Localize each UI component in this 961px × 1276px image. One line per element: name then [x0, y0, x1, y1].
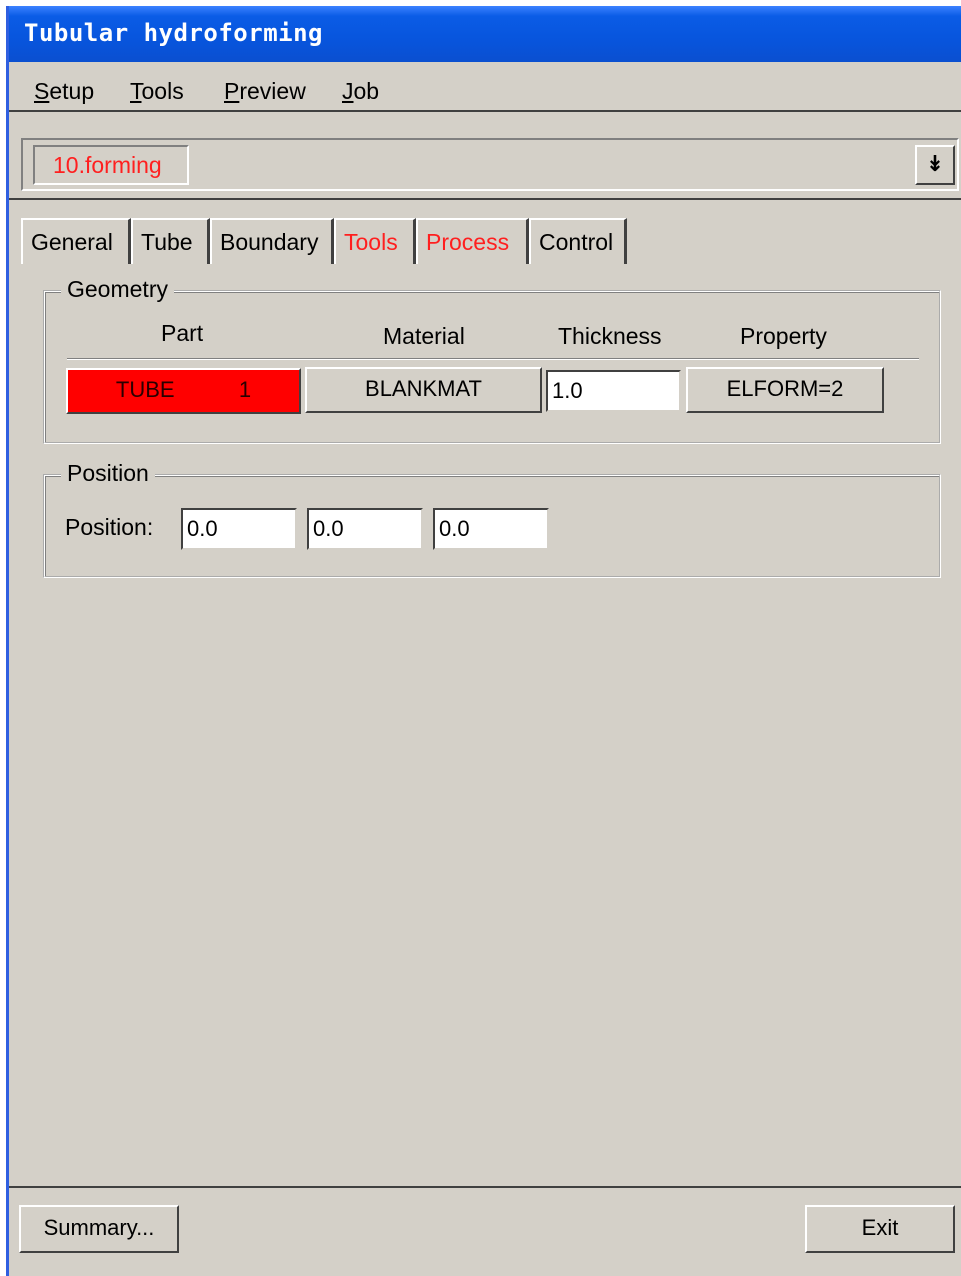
summary-button[interactable]: Summary... — [19, 1205, 179, 1253]
thickness-field[interactable]: 1.0 — [546, 370, 681, 412]
property-header: Property — [740, 323, 827, 349]
material-header: Material — [383, 323, 465, 349]
geometry-legend: Geometry — [61, 276, 174, 303]
menu-tools[interactable]: Tools — [130, 78, 184, 105]
position-legend: Position — [61, 460, 155, 487]
position-group: Position Position: 0.0 0.0 0.0 — [43, 460, 941, 578]
part-header: Part — [161, 320, 204, 346]
geometry-group: Geometry Part Material Thickness Propert… — [43, 276, 941, 444]
tab-boundary[interactable]: Boundary — [210, 218, 334, 264]
tab-general[interactable]: General — [21, 218, 131, 264]
tab-tools[interactable]: Tools — [334, 218, 416, 264]
part-name: TUBE — [115, 377, 175, 402]
stage-separator — [9, 198, 961, 200]
part-button[interactable]: TUBE 1 — [66, 368, 301, 414]
title-bar[interactable]: Tubular hydroforming — [9, 6, 961, 62]
stage-selector: 10.forming ↡ — [21, 138, 959, 191]
property-button[interactable]: ELFORM=2 — [686, 367, 884, 413]
window-title: Tubular hydroforming — [24, 19, 323, 47]
menu-setup[interactable]: Setup — [34, 78, 94, 105]
thickness-header: Thickness — [558, 323, 662, 349]
tab-process[interactable]: Process — [416, 218, 529, 264]
tab-tube[interactable]: Tube — [131, 218, 210, 264]
header-divider — [67, 358, 919, 360]
current-stage-button[interactable]: 10.forming — [33, 145, 189, 185]
part-id: 1 — [238, 377, 252, 402]
position-x-field[interactable]: 0.0 — [181, 508, 297, 550]
material-button[interactable]: BLANKMAT — [305, 367, 542, 413]
position-y-field[interactable]: 0.0 — [307, 508, 423, 550]
menu-bar: Setup Tools Preview Job — [9, 62, 961, 112]
stage-dropdown-button[interactable]: ↡ — [915, 145, 955, 185]
position-label: Position: — [65, 514, 154, 540]
position-z-field[interactable]: 0.0 — [433, 508, 549, 550]
menu-job[interactable]: Job — [342, 78, 379, 105]
double-down-arrow-icon: ↡ — [925, 151, 945, 176]
footer-separator — [9, 1186, 961, 1188]
exit-button[interactable]: Exit — [805, 1205, 955, 1253]
tubular-hydroforming-window: Tubular hydroforming Setup Tools Preview… — [6, 6, 961, 1276]
tab-control[interactable]: Control — [529, 218, 627, 264]
menu-preview[interactable]: Preview — [224, 78, 306, 105]
